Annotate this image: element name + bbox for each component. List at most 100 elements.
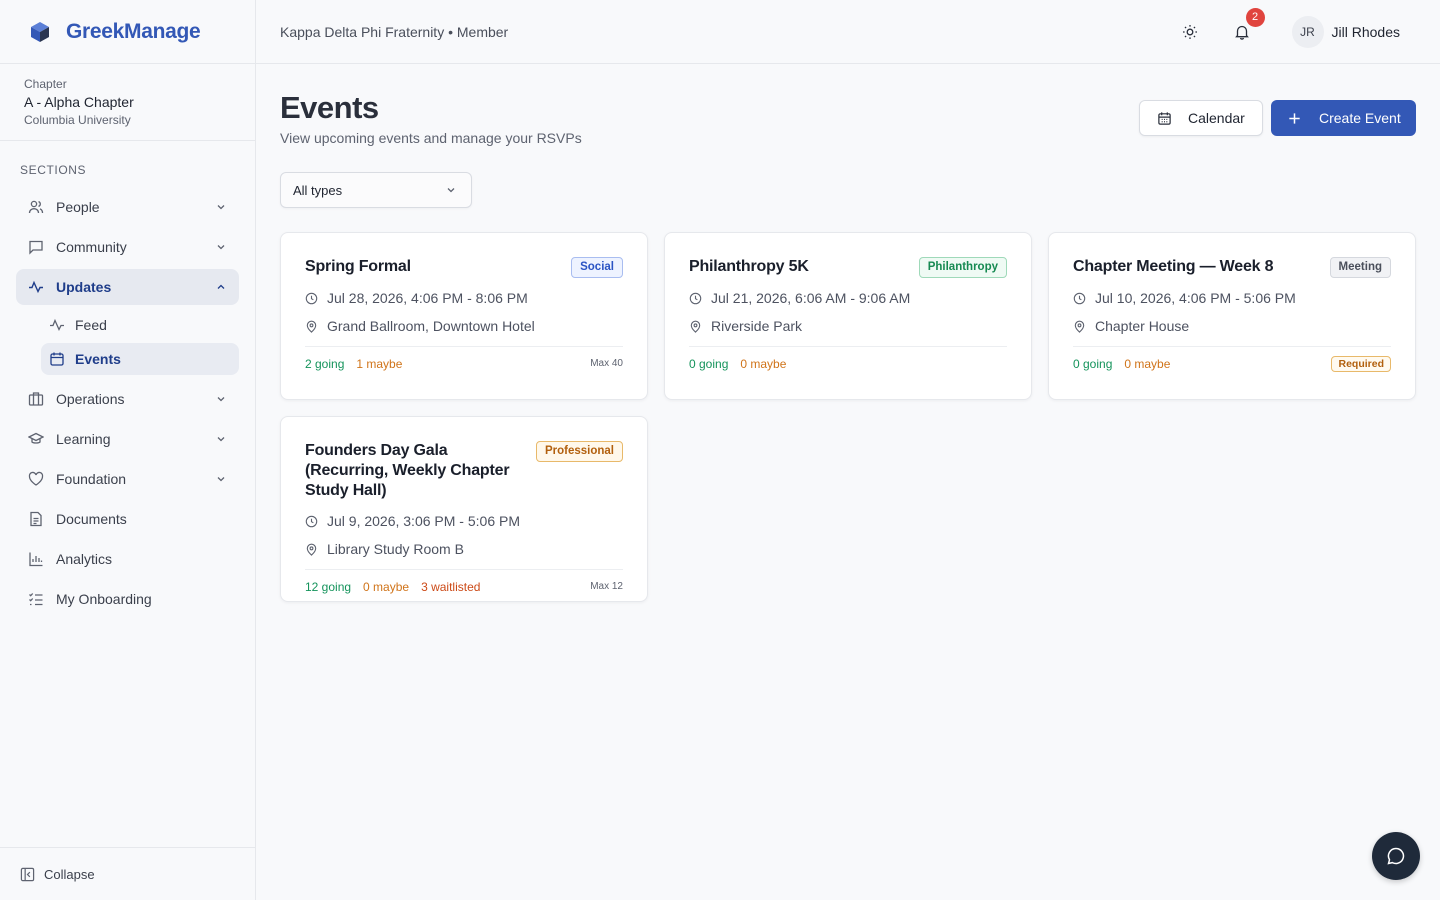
checklist-icon [29,593,43,606]
plus-icon [1289,112,1300,124]
event-type-filter-value: All types [293,182,343,198]
user-name[interactable]: Jill Rhodes [1332,24,1400,40]
event-location: Riverside Park [689,318,1007,334]
sidebar-item-label: My Onboarding [56,591,152,607]
event-type-tag: Professional [535,441,623,462]
sidebar-item-feed[interactable]: Feed [41,309,239,341]
max-capacity: Max 12 [590,581,623,592]
calendar-button[interactable]: Calendar [1139,100,1263,136]
notification-count-badge: 2 [1245,7,1265,27]
chapter-school: Columbia University [24,113,131,127]
event-card[interactable]: Founders Day Gala (Recurring, Weekly Cha… [280,416,648,602]
clock-icon [689,292,702,304]
sidebar-item-foundation[interactable]: Foundation [16,461,239,497]
event-type-filter[interactable]: All types [280,172,472,208]
sidebar-item-label: People [56,199,100,215]
sidebar-item-people[interactable]: People [16,189,239,225]
going-count: 0 going [689,356,729,371]
page-title: Events [280,90,379,125]
sidebar-item-learning[interactable]: Learning [16,421,239,457]
event-time: Jul 9, 2026, 3:06 PM - 5:06 PM [305,513,623,529]
brand[interactable]: GreekManage [0,0,255,64]
chapter-name: A - Alpha Chapter [24,94,134,110]
sidebar-item-label: Analytics [56,551,113,567]
activity-icon [50,318,64,332]
avatar[interactable]: JR [1291,15,1324,48]
map-pin-icon [690,320,701,333]
building-icon [28,392,44,406]
rsvp-summary: 12 going 0 maybe 3 waitlisted Max 12 [305,569,623,603]
collapse-label: Collapse [44,866,95,882]
chevron-down-icon [217,205,225,210]
sidebar-item-updates[interactable]: Updates [16,269,239,305]
event-card[interactable]: Philanthropy 5K Philanthropy Jul 21, 202… [664,232,1032,400]
maybe-count: 0 maybe [740,356,787,371]
theme-toggle-button[interactable] [1174,16,1206,48]
max-capacity: Max 40 [590,358,623,369]
chevron-down-icon [217,477,225,482]
org-context: Kappa Delta Phi Fraternity • Member [280,23,509,40]
people-icon [28,200,44,214]
event-time-text: Jul 21, 2026, 6:06 AM - 9:06 AM [711,290,911,306]
create-event-button[interactable]: Create Event [1271,100,1416,136]
sidebar-item-label: Community [56,239,127,255]
event-title: Spring Formal [305,258,411,275]
event-location: Chapter House [1073,318,1391,334]
activity-icon [29,280,43,294]
graduation-cap-icon [28,432,44,444]
calendar-icon [1158,111,1171,125]
rsvp-summary: 0 going 0 maybe Required [1073,346,1391,380]
event-location: Library Study Room B [305,541,623,557]
event-card[interactable]: Chapter Meeting — Week 8 Meeting Jul 10,… [1048,232,1416,400]
event-card[interactable]: Spring Formal Social Jul 28, 2026, 4:06 … [280,232,648,400]
sidebar-item-analytics[interactable]: Analytics [16,541,239,577]
panel-collapse-icon [20,867,35,881]
sections-label: SECTIONS [20,163,87,177]
clock-icon [305,292,318,304]
chapter-label: Chapter [24,77,67,91]
sidebar-item-my-onboarding[interactable]: My Onboarding [16,581,239,617]
sidebar-item-label: Operations [56,391,125,407]
file-icon [30,511,42,527]
maybe-count: 1 maybe [356,356,403,371]
going-count: 0 going [1073,356,1113,371]
bar-chart-icon [29,552,43,567]
create-event-label: Create Event [1319,110,1401,126]
going-count: 2 going [305,356,345,371]
event-time: Jul 10, 2026, 4:06 PM - 5:06 PM [1073,290,1391,306]
event-location-text: Grand Ballroom, Downtown Hotel [327,318,535,334]
sidebar-item-operations[interactable]: Operations [16,381,239,417]
event-title: Chapter Meeting — Week 8 [1073,258,1274,275]
sidebar-item-documents[interactable]: Documents [16,501,239,537]
chevron-down-icon [217,397,225,402]
chevron-down-icon [447,188,455,193]
event-title: Philanthropy 5K [689,258,809,275]
event-location-text: Chapter House [1095,318,1190,334]
event-time: Jul 28, 2026, 4:06 PM - 8:06 PM [305,290,623,306]
event-location-text: Riverside Park [711,318,803,334]
sidebar-item-label: Documents [56,511,127,527]
message-square-icon [29,240,43,255]
sidebar-item-community[interactable]: Community [16,229,239,265]
collapse-sidebar-button[interactable]: Collapse [0,847,255,900]
sidebar-nav: People Community Updates Feed Events Ope… [0,189,255,617]
sidebar-item-events[interactable]: Events [41,343,239,375]
event-type-tag: Philanthropy [918,257,1007,278]
event-time-text: Jul 10, 2026, 4:06 PM - 5:06 PM [1095,290,1296,306]
chat-button[interactable] [1372,832,1420,880]
event-time-text: Jul 28, 2026, 4:06 PM - 8:06 PM [327,290,528,306]
sidebar-item-label: Foundation [56,471,127,487]
heart-icon [28,471,44,486]
event-type-tag: Meeting [1329,257,1391,278]
rsvp-summary: 0 going 0 maybe [689,346,1007,380]
going-count: 12 going [305,579,352,594]
chapter-switcher[interactable]: Chapter A - Alpha Chapter Columbia Unive… [0,64,255,141]
brand-name: GreekManage [66,19,201,43]
event-location-text: Library Study Room B [327,541,464,557]
calendar-icon [50,352,64,366]
event-time-text: Jul 9, 2026, 3:06 PM - 5:06 PM [327,513,520,529]
notifications-button[interactable]: 2 [1226,7,1265,48]
map-pin-icon [1074,320,1085,333]
top-bar: Kappa Delta Phi Fraternity • Member 2 JR… [256,0,1440,64]
required-badge: Required [1331,355,1391,372]
